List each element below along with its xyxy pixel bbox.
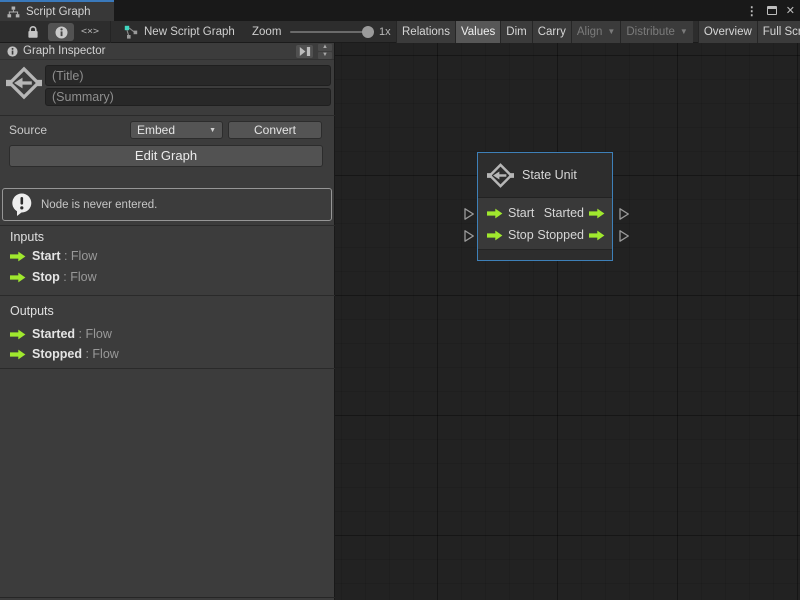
separator	[0, 295, 335, 296]
lock-icon[interactable]	[27, 25, 39, 39]
scroll-down-icon[interactable]: ▼	[318, 52, 332, 59]
maximize-icon[interactable]	[767, 6, 777, 15]
flow-arrow-icon	[589, 208, 605, 219]
output-port-row: Stopped : Flow	[0, 346, 335, 362]
state-unit-icon	[487, 162, 514, 189]
warning-box: Node is never entered.	[2, 188, 332, 221]
flow-arrow-icon	[10, 272, 26, 283]
input-port-row: Stop : Flow	[0, 269, 335, 285]
inspector-header: Graph Inspector ▲ ▼	[0, 43, 334, 60]
window-menu-icon[interactable]: ⋮	[746, 4, 758, 18]
warning-text: Node is never entered.	[41, 189, 157, 222]
chevron-down-icon: ▼	[680, 27, 688, 36]
node-output-port[interactable]: Stopped	[537, 228, 605, 242]
output-port-row: Started : Flow	[0, 326, 335, 342]
connection-port-triangle[interactable]	[463, 229, 475, 243]
zoom-slider-track[interactable]	[290, 31, 370, 33]
flow-arrow-icon	[10, 329, 26, 340]
separator	[0, 368, 335, 369]
toolbar-separator	[110, 21, 111, 43]
graph-name-label[interactable]: New Script Graph	[144, 21, 235, 43]
flow-arrow-icon	[487, 208, 503, 219]
zoom-slider-handle[interactable]	[362, 26, 374, 38]
flow-arrow-icon	[10, 349, 26, 360]
zoom-label: Zoom	[252, 21, 281, 43]
edit-graph-button[interactable]: Edit Graph	[9, 145, 323, 167]
align-button[interactable]: Align▼	[571, 21, 621, 43]
separator	[0, 115, 335, 116]
graph-hierarchy-icon	[7, 6, 20, 18]
dock-right-icon	[299, 46, 311, 57]
inspector-toggle-button[interactable]	[48, 23, 74, 41]
node-title: State Unit	[522, 168, 577, 182]
panel-scroll-arrows: ▲ ▼	[318, 44, 332, 60]
state-unit-node[interactable]: State Unit Start Started Stop	[477, 152, 613, 261]
node-port-row: Stop Stopped	[478, 224, 612, 246]
flow-arrow-icon	[487, 230, 503, 241]
input-port-row: Start : Flow	[0, 248, 335, 264]
inputs-section-title: Inputs	[10, 230, 44, 244]
code-view-icon[interactable]: <×>	[78, 21, 102, 43]
convert-button[interactable]: Convert	[228, 121, 322, 139]
flow-arrow-icon	[10, 251, 26, 262]
warning-bubble-icon	[11, 193, 33, 217]
relations-button[interactable]: Relations	[396, 21, 455, 43]
node-header: State Unit	[478, 153, 612, 198]
tab-label: Script Graph	[26, 6, 91, 18]
zoom-value: 1x	[379, 21, 391, 43]
toolbar: <×> New Script Graph Zoom 1x Relations V…	[0, 21, 800, 43]
source-dropdown[interactable]: Embed ▼	[130, 121, 223, 139]
values-button[interactable]: Values	[455, 21, 500, 43]
overview-button[interactable]: Overview	[698, 21, 757, 43]
node-port-row: Start Started	[478, 202, 612, 224]
full-screen-button[interactable]: Full Scr	[757, 21, 800, 43]
source-label: Source	[9, 121, 47, 139]
new-graph-icon	[124, 25, 138, 39]
connection-port-triangle[interactable]	[618, 207, 630, 221]
outputs-section-title: Outputs	[10, 304, 54, 318]
window-controls: ⋮ ✕	[746, 0, 795, 21]
node-input-port[interactable]: Stop	[487, 228, 534, 242]
connection-port-triangle[interactable]	[618, 229, 630, 243]
graph-canvas[interactable]: State Unit Start Started Stop	[335, 43, 800, 600]
toolbar-buttons: Relations Values Dim Carry Align▼ Distri…	[396, 21, 800, 43]
node-footer	[478, 249, 612, 260]
info-icon	[7, 46, 18, 57]
separator	[0, 597, 335, 598]
graph-inspector-panel: Graph Inspector ▲ ▼ Source Embed	[0, 43, 335, 600]
tab-script-graph[interactable]: Script Graph	[0, 0, 114, 21]
title-input[interactable]	[45, 65, 331, 86]
flow-arrow-icon	[589, 230, 605, 241]
dim-button[interactable]: Dim	[500, 21, 531, 43]
close-icon[interactable]: ✕	[786, 4, 795, 17]
dock-panel-button[interactable]	[296, 45, 313, 58]
distribute-button[interactable]: Distribute▼	[620, 21, 693, 43]
summary-input[interactable]	[45, 88, 331, 106]
separator	[0, 225, 335, 226]
state-unit-icon	[6, 65, 42, 101]
carry-button[interactable]: Carry	[532, 21, 571, 43]
node-input-port[interactable]: Start	[487, 206, 534, 220]
scroll-up-icon[interactable]: ▲	[318, 44, 332, 51]
script-graph-window: Script Graph ⋮ ✕ <×> New Scrip	[0, 0, 800, 600]
info-icon	[55, 26, 68, 39]
chevron-down-icon: ▼	[607, 27, 615, 36]
tab-bar: Script Graph ⋮ ✕	[0, 0, 800, 21]
connection-port-triangle[interactable]	[463, 207, 475, 221]
node-output-port[interactable]: Started	[544, 206, 605, 220]
node-body: Start Started Stop Stopped	[478, 198, 612, 249]
inspector-title: Graph Inspector	[23, 43, 105, 60]
chevron-down-icon: ▼	[209, 123, 216, 139]
